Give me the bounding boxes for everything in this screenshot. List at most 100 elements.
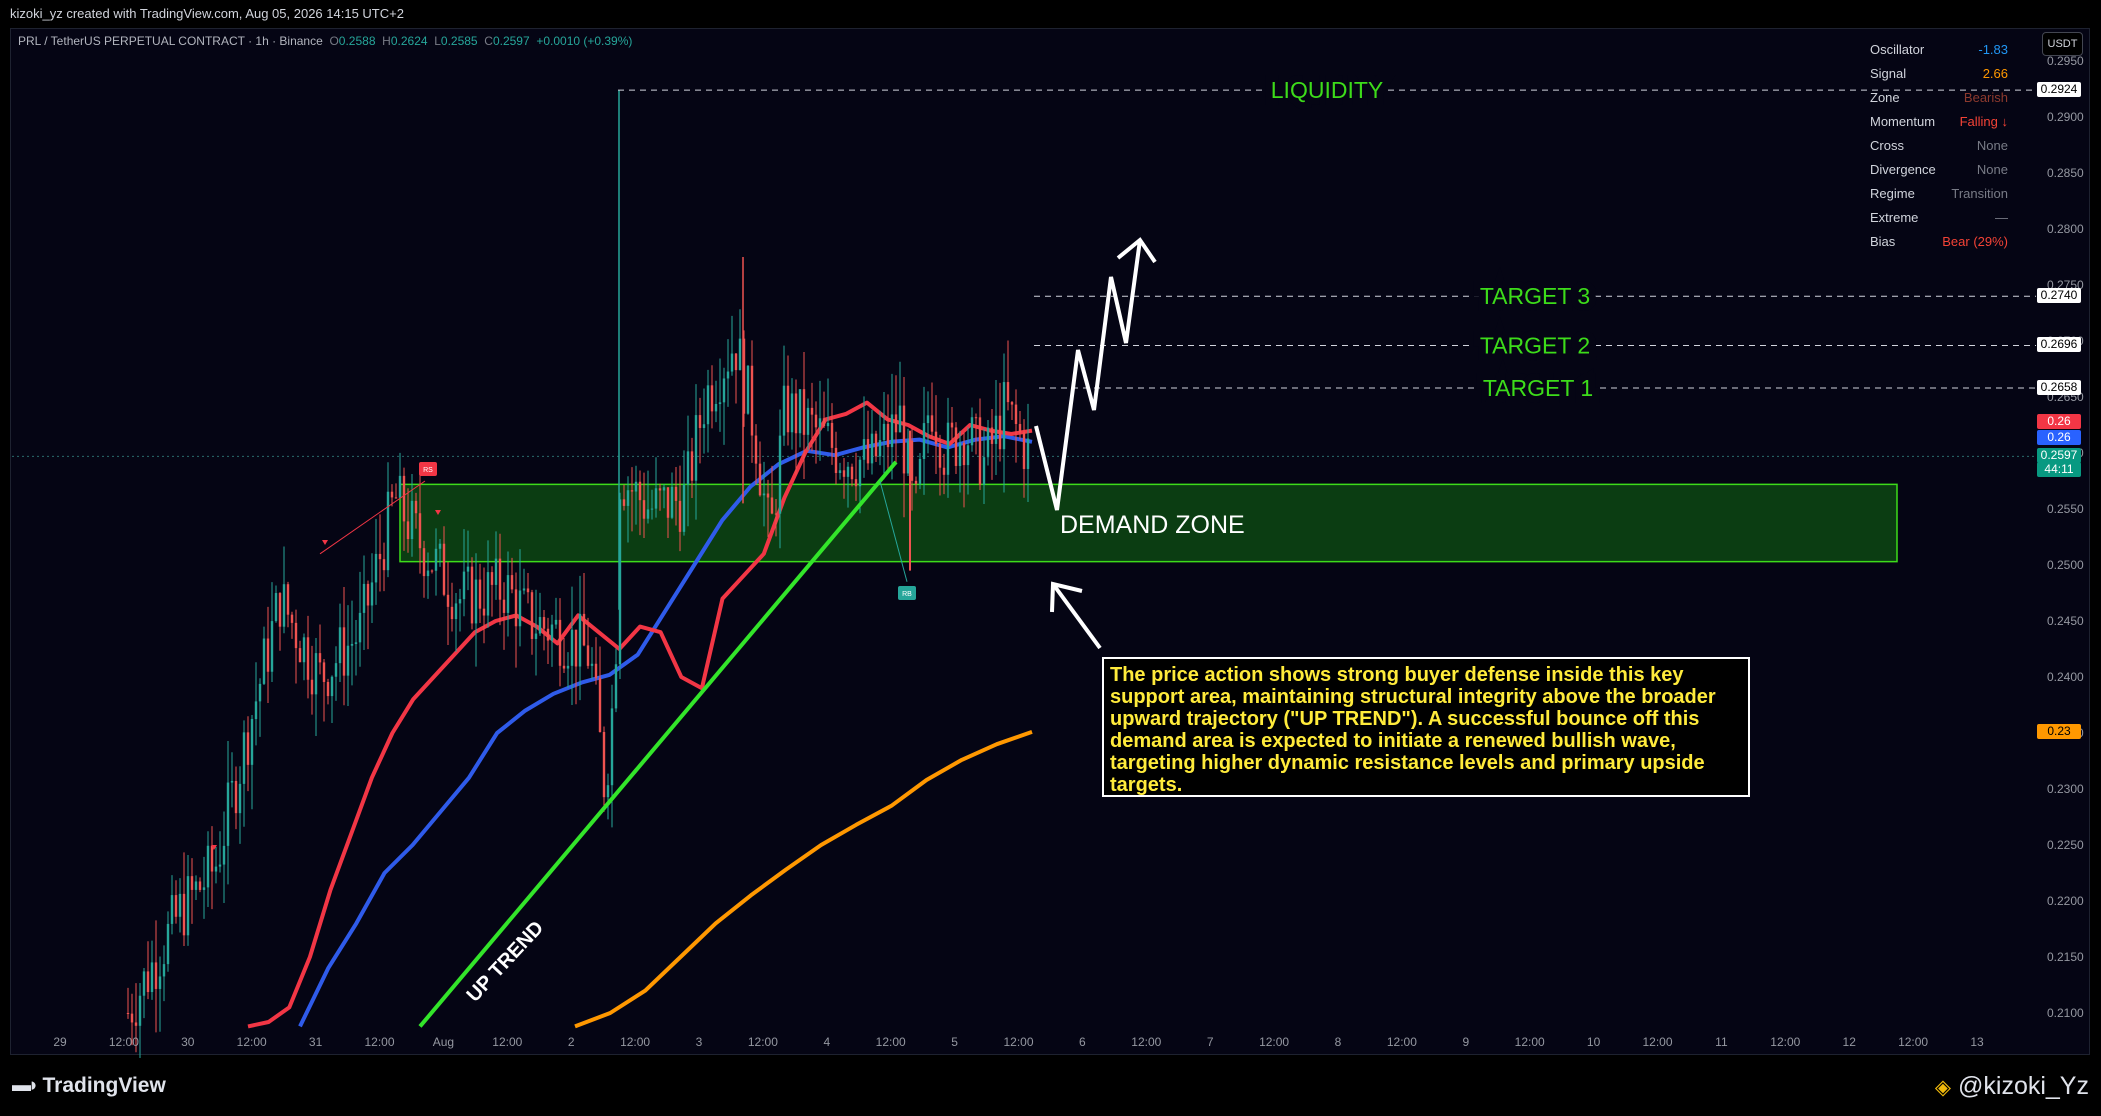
candle-body	[626, 490, 630, 506]
liquidity-label: LIQUIDITY	[1271, 77, 1383, 103]
candle-body	[130, 1013, 134, 1023]
candle-body	[434, 548, 438, 571]
candle-body	[222, 845, 226, 865]
candle-body	[794, 393, 798, 434]
tradingview-logo[interactable]: ▬◗ TradingView	[12, 1074, 166, 1098]
x-tick-label: Aug	[433, 1035, 454, 1049]
candle-body	[922, 423, 926, 459]
candle-body	[306, 637, 310, 680]
candle-body	[418, 513, 422, 549]
x-tick-label: 8	[1335, 1035, 1342, 1049]
oscillator-row-label: Oscillator	[1870, 42, 1925, 57]
candle-body	[138, 995, 142, 1026]
candle-body	[158, 976, 162, 989]
candle-body	[234, 780, 238, 814]
candle-body	[1022, 432, 1026, 469]
low-value: 0.2585	[440, 34, 478, 48]
candle-body	[930, 415, 934, 432]
candle-body	[598, 678, 602, 732]
candle-body	[990, 427, 994, 444]
y-tick-label: 0.2250	[2047, 838, 2084, 852]
candle-body	[294, 622, 298, 649]
candle-body	[258, 683, 262, 702]
buy-signal-label: RB	[902, 591, 912, 598]
price-axis-tag: 0.26	[2037, 430, 2081, 446]
candle-body	[570, 629, 574, 666]
candle-body	[146, 971, 150, 993]
down-triangle-marker	[322, 540, 328, 545]
price-axis-tag: 0.2696	[2037, 337, 2081, 353]
oscillator-row: Momentum Falling ↓	[1870, 110, 2028, 134]
candle-body	[578, 613, 582, 667]
candle-body	[706, 385, 710, 425]
candle-body	[1026, 438, 1030, 469]
analysis-note: The price action shows strong buyer defe…	[1102, 657, 1750, 797]
x-tick-label: 12:00	[364, 1035, 394, 1049]
candle-body	[494, 558, 498, 585]
candle-body	[430, 570, 434, 572]
candle-body	[274, 593, 278, 622]
bounce-arrow-line	[1051, 582, 1102, 650]
candle-body	[566, 665, 570, 669]
candle-body	[646, 509, 650, 519]
low-label: L	[434, 34, 441, 48]
candle-body	[978, 417, 982, 485]
candle-body	[862, 439, 866, 460]
high-value: 0.2624	[390, 34, 428, 48]
x-tick-label: 5	[951, 1035, 958, 1049]
close-value: 0.2597	[492, 34, 530, 48]
x-tick-label: 12:00	[1898, 1035, 1928, 1049]
candle-body	[942, 467, 946, 475]
candle-body	[666, 487, 670, 518]
y-tick-label: 0.2150	[2047, 950, 2084, 964]
candle-body	[914, 480, 918, 484]
candle-body	[634, 481, 638, 492]
candle-body	[906, 440, 910, 474]
candle-body	[574, 629, 578, 667]
x-tick-label: 12:00	[748, 1035, 778, 1049]
candle-body	[910, 440, 914, 481]
oscillator-row-value: None	[1976, 162, 2008, 177]
candle-body	[170, 895, 174, 924]
oscillator-panel: Oscillator -1.83 Signal 2.66 Zone Bearish Mome…	[1870, 38, 2028, 254]
candle-body	[762, 493, 766, 496]
x-tick-label: 4	[823, 1035, 830, 1049]
y-tick-label: 0.2950	[2047, 54, 2084, 68]
y-tick-label: 0.2300	[2047, 782, 2084, 796]
candle-body	[606, 785, 610, 798]
candle-body	[386, 491, 390, 571]
currency-button[interactable]: USDT	[2042, 32, 2083, 56]
candle-body	[478, 579, 482, 609]
candle-body	[838, 470, 842, 474]
symbol-name: PRL / TetherUS PERPETUAL CONTRACT · 1h ·…	[18, 34, 323, 48]
candle-body	[278, 593, 282, 627]
high-label: H	[382, 34, 391, 48]
candle-body	[998, 415, 1002, 450]
candle-body	[454, 603, 458, 620]
candle-body	[346, 645, 350, 676]
candle-body	[830, 422, 834, 448]
candle-body	[926, 415, 930, 424]
oscillator-row: Regime Transition	[1870, 182, 2028, 206]
candle-body	[166, 923, 170, 965]
oscillator-row-label: Regime	[1870, 186, 1915, 201]
target2-label: TARGET 2	[1480, 332, 1590, 358]
x-tick-label: 31	[309, 1035, 323, 1049]
oscillator-row-value: Falling ↓	[1959, 114, 2008, 129]
candle-body	[326, 681, 330, 697]
target1-label: TARGET 1	[1483, 375, 1593, 401]
x-tick-label: 12:00	[1770, 1035, 1800, 1049]
candle-body	[542, 617, 546, 629]
x-tick-label: 12:00	[1131, 1035, 1161, 1049]
price-chart[interactable]: UP TRENDLIQUIDITYTARGET 3TARGET 2TARGET …	[0, 0, 2101, 1116]
candle-body	[962, 443, 966, 466]
oscillator-row-value: Transition	[1951, 186, 2008, 201]
candle-body	[198, 881, 202, 890]
candle-body	[298, 648, 302, 663]
oscillator-row-value: Bear (29%)	[1942, 234, 2008, 249]
oscillator-row-value: —	[1995, 210, 2008, 225]
candle-body	[582, 613, 586, 646]
candle-body	[142, 971, 146, 996]
y-tick-label: 0.2100	[2047, 1006, 2084, 1020]
projection-arrow-path	[1034, 239, 1142, 511]
